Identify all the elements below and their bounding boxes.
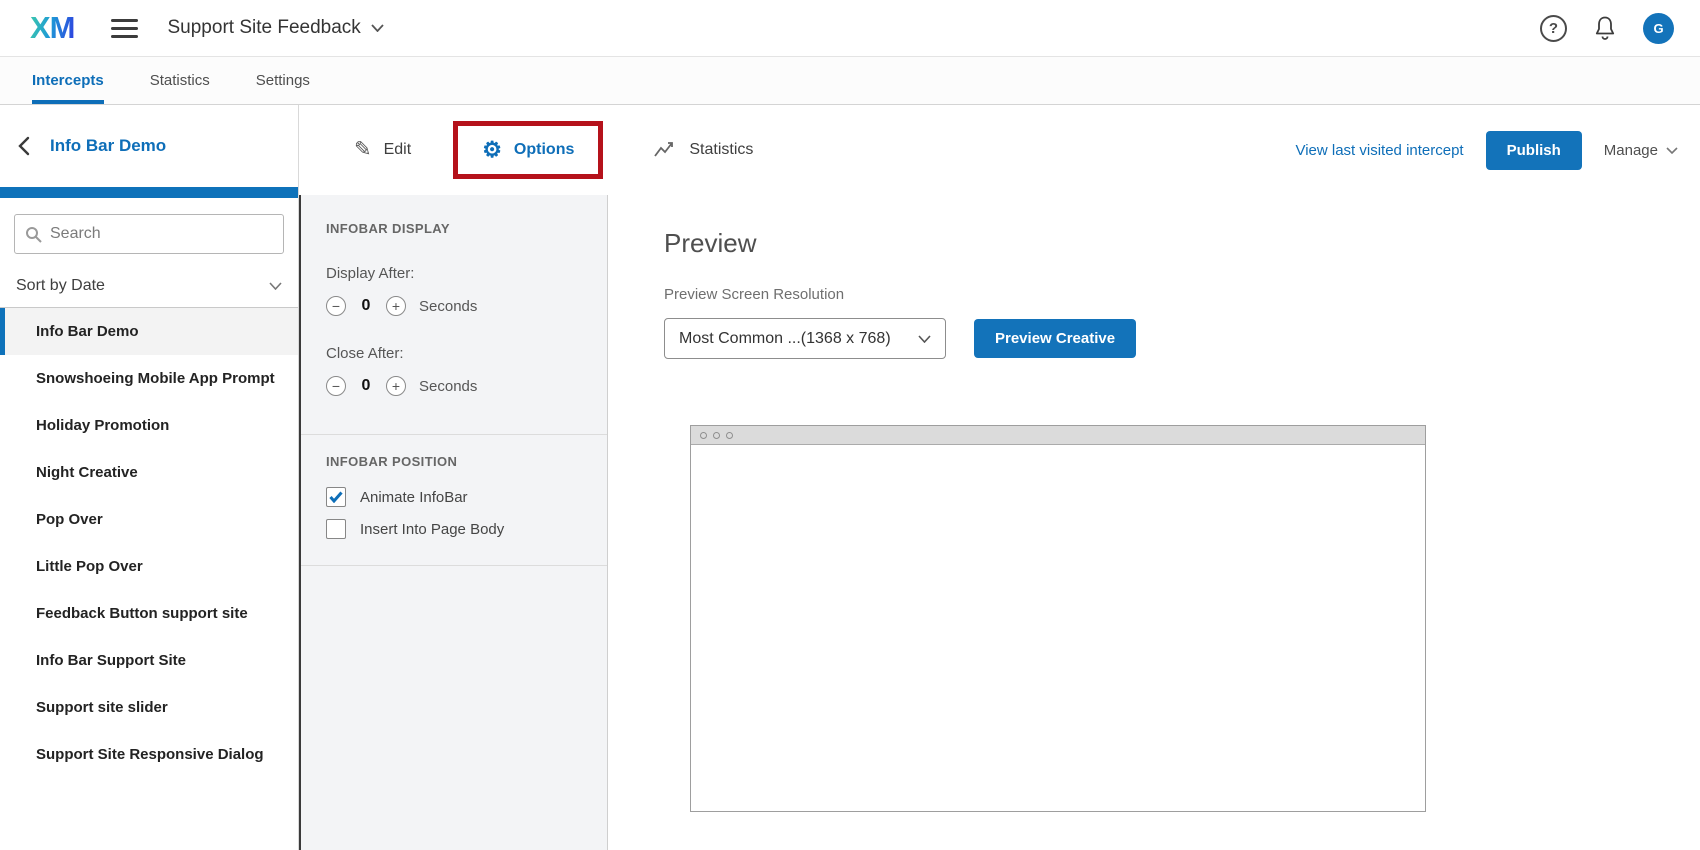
edit-label: Edit bbox=[384, 141, 412, 159]
insert-into-page-body-label: Insert Into Page Body bbox=[360, 521, 504, 538]
preview-title: Preview bbox=[664, 228, 1700, 259]
insert-into-page-body-checkbox[interactable] bbox=[326, 519, 346, 539]
list-item-support-site-responsive-dialog[interactable]: Support Site Responsive Dialog bbox=[0, 731, 298, 778]
options-label: Options bbox=[514, 141, 574, 159]
pencil-icon: ✎ bbox=[354, 137, 372, 162]
back-chevron-icon[interactable] bbox=[14, 132, 34, 160]
resolution-select[interactable]: Most Common ...(1368 x 768) bbox=[664, 318, 946, 359]
chevron-down-icon bbox=[1666, 147, 1678, 154]
help-icon[interactable]: ? bbox=[1540, 15, 1567, 42]
close-after-value: 0 bbox=[359, 377, 373, 395]
infobar-options-panel: INFOBAR DISPLAY Display After: − 0 + Sec… bbox=[299, 195, 608, 850]
sort-by-date-dropdown[interactable]: Sort by Date bbox=[0, 264, 298, 308]
animate-infobar-checkbox[interactable] bbox=[326, 487, 346, 507]
manage-label: Manage bbox=[1604, 142, 1658, 159]
sort-label: Sort by Date bbox=[16, 277, 105, 295]
sidebar-accent-bar bbox=[0, 187, 298, 198]
seconds-label: Seconds bbox=[419, 298, 477, 315]
red-annotation-box: ⚙ Options bbox=[453, 121, 603, 179]
list-item-info-bar-demo[interactable]: Info Bar Demo bbox=[0, 308, 298, 355]
tab-intercepts[interactable]: Intercepts bbox=[32, 57, 104, 104]
seconds-label: Seconds bbox=[419, 378, 477, 395]
search-icon bbox=[25, 226, 42, 243]
list-item-info-bar-support-site[interactable]: Info Bar Support Site bbox=[0, 637, 298, 684]
search-input[interactable] bbox=[50, 225, 273, 243]
top-bar: XM Support Site Feedback ? G bbox=[0, 0, 1700, 57]
animate-infobar-option[interactable]: Animate InfoBar bbox=[326, 487, 589, 507]
tab-statistics[interactable]: Statistics bbox=[150, 57, 210, 104]
animate-infobar-label: Animate InfoBar bbox=[360, 489, 468, 506]
list-item-feedback-button-support-site[interactable]: Feedback Button support site bbox=[0, 590, 298, 637]
chevron-down-icon bbox=[371, 24, 384, 32]
publish-button[interactable]: Publish bbox=[1486, 131, 1582, 170]
close-after-label: Close After: bbox=[326, 345, 589, 362]
view-last-visited-intercept-link[interactable]: View last visited intercept bbox=[1295, 142, 1463, 159]
statistics-button[interactable]: Statistics bbox=[653, 141, 753, 159]
options-button[interactable]: ⚙ Options bbox=[482, 139, 574, 161]
primary-nav-tabs: Intercepts Statistics Settings bbox=[0, 57, 1700, 105]
preview-screen-resolution-label: Preview Screen Resolution bbox=[664, 286, 1700, 303]
browser-titlebar bbox=[691, 426, 1425, 445]
display-after-stepper: − 0 + Seconds bbox=[326, 296, 589, 316]
minus-button[interactable]: − bbox=[326, 376, 346, 396]
project-title: Support Site Feedback bbox=[168, 17, 361, 39]
chevron-down-icon bbox=[269, 282, 282, 290]
edit-button[interactable]: ✎ Edit bbox=[354, 138, 411, 163]
display-after-label: Display After: bbox=[326, 265, 589, 282]
list-item-snowshoeing-mobile-app-prompt[interactable]: Snowshoeing Mobile App Prompt bbox=[0, 355, 298, 402]
list-item-pop-over[interactable]: Pop Over bbox=[0, 496, 298, 543]
plus-button[interactable]: + bbox=[386, 296, 406, 316]
preview-creative-button[interactable]: Preview Creative bbox=[974, 319, 1136, 358]
gear-icon: ⚙ bbox=[482, 139, 502, 161]
manage-dropdown[interactable]: Manage bbox=[1604, 142, 1678, 159]
intercept-list: Info Bar Demo Snowshoeing Mobile App Pro… bbox=[0, 308, 298, 778]
creative-toolbar: ✎ Edit ⚙ Options Statistics View last vi… bbox=[299, 105, 1700, 195]
project-switcher[interactable]: Support Site Feedback bbox=[168, 17, 384, 39]
insert-into-page-body-option[interactable]: Insert Into Page Body bbox=[326, 519, 589, 539]
chevron-down-icon bbox=[918, 335, 931, 343]
section-divider bbox=[301, 565, 607, 566]
browser-preview-frame bbox=[690, 425, 1426, 812]
display-after-value: 0 bbox=[359, 297, 373, 315]
list-item-holiday-promotion[interactable]: Holiday Promotion bbox=[0, 402, 298, 449]
infobar-position-section-title: INFOBAR POSITION bbox=[326, 435, 589, 469]
list-item-support-site-slider[interactable]: Support site slider bbox=[0, 684, 298, 731]
notifications-bell-icon[interactable] bbox=[1593, 15, 1617, 41]
xm-logo[interactable]: XM bbox=[30, 10, 75, 46]
intercepts-sidebar: Info Bar Demo Sort by Date Info Bar Demo… bbox=[0, 105, 299, 850]
window-dot-icon bbox=[713, 432, 720, 439]
sidebar-search-box bbox=[14, 214, 284, 254]
sidebar-header-title: Info Bar Demo bbox=[50, 136, 166, 156]
infobar-display-section-title: INFOBAR DISPLAY bbox=[326, 195, 589, 236]
resolution-selected-value: Most Common ...(1368 x 768) bbox=[679, 330, 891, 348]
list-item-little-pop-over[interactable]: Little Pop Over bbox=[0, 543, 298, 590]
list-item-night-creative[interactable]: Night Creative bbox=[0, 449, 298, 496]
tab-settings[interactable]: Settings bbox=[256, 57, 310, 104]
statistics-label: Statistics bbox=[689, 141, 753, 159]
hamburger-menu-icon[interactable] bbox=[111, 14, 138, 43]
close-after-stepper: − 0 + Seconds bbox=[326, 376, 589, 396]
line-chart-icon bbox=[653, 141, 677, 159]
window-dot-icon bbox=[700, 432, 707, 439]
plus-button[interactable]: + bbox=[386, 376, 406, 396]
user-avatar[interactable]: G bbox=[1643, 13, 1674, 44]
minus-button[interactable]: − bbox=[326, 296, 346, 316]
check-icon bbox=[329, 491, 343, 503]
window-dot-icon bbox=[726, 432, 733, 439]
preview-section: Preview Preview Screen Resolution Most C… bbox=[608, 195, 1700, 850]
